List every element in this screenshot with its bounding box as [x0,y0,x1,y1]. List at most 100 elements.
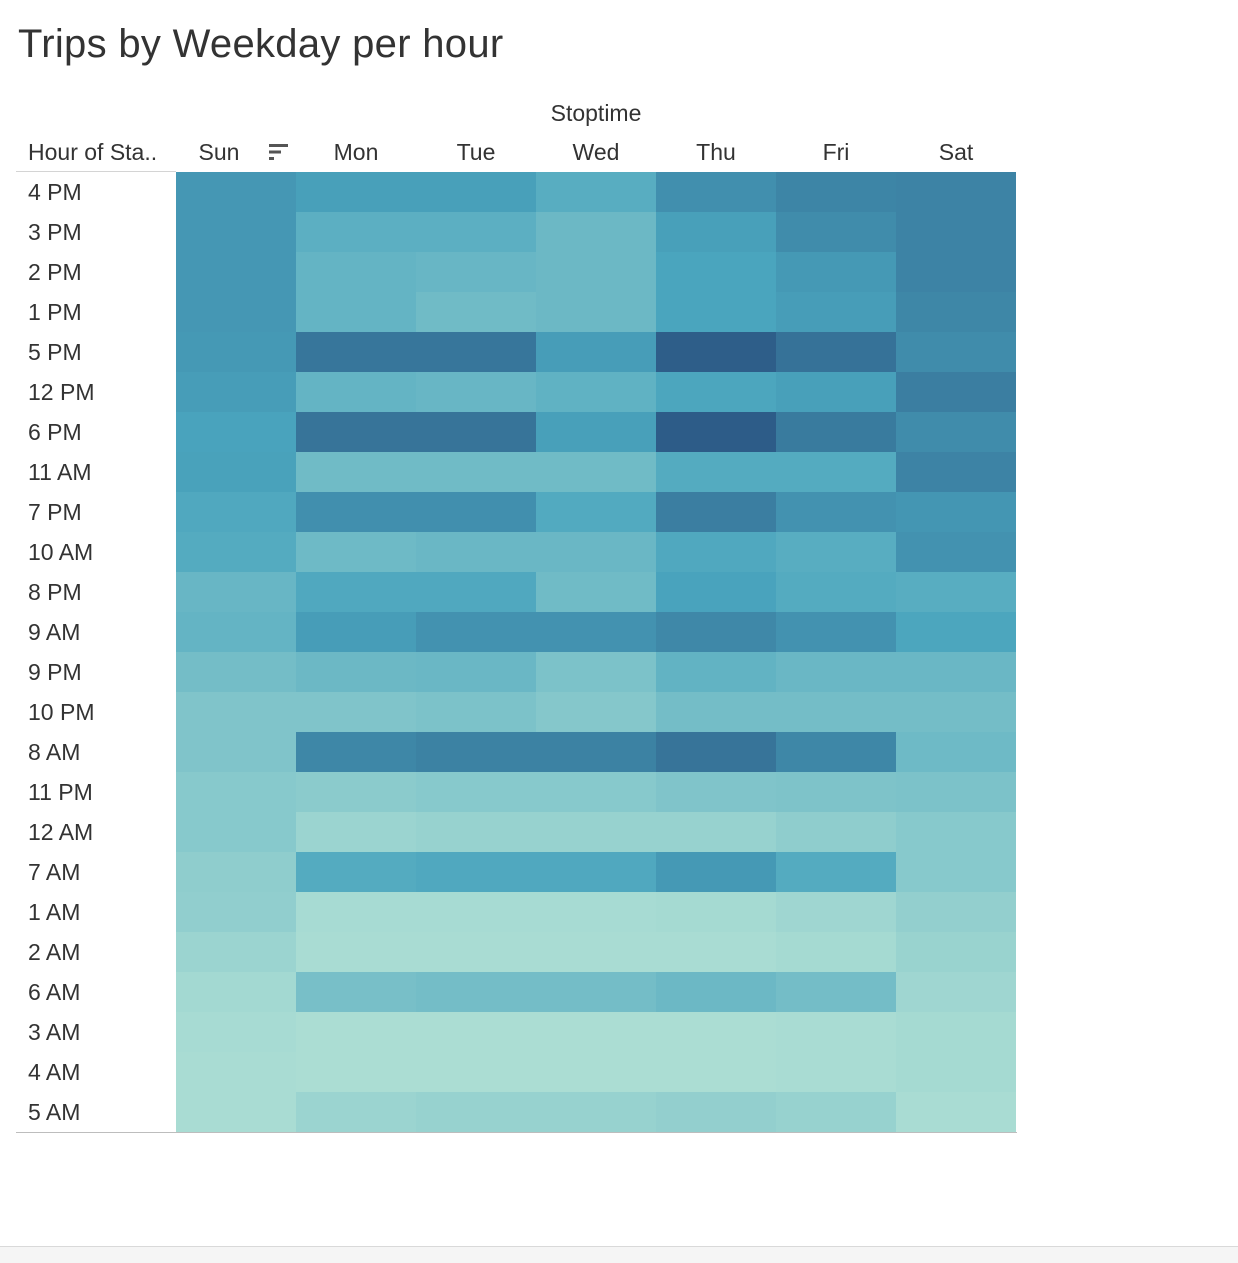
heatmap-cell-sat-9-pm[interactable] [896,652,1016,692]
heatmap-cell-sun-2-am[interactable] [176,932,296,972]
heatmap-cell-sun-2-pm[interactable] [176,252,296,292]
heatmap-cell-sun-7-am[interactable] [176,852,296,892]
heatmap-cell-sun-1-am[interactable] [176,892,296,932]
heatmap-cell-tue-4-pm[interactable] [416,172,536,212]
heatmap-cell-tue-1-pm[interactable] [416,292,536,332]
heatmap-cell-mon-3-am[interactable] [296,1012,416,1052]
heatmap-cell-thu-6-am[interactable] [656,972,776,1012]
heatmap-cell-thu-1-am[interactable] [656,892,776,932]
heatmap-cell-thu-12-am[interactable] [656,812,776,852]
heatmap-cell-tue-3-pm[interactable] [416,212,536,252]
heatmap-cell-sat-8-pm[interactable] [896,572,1016,612]
heatmap-cell-sun-5-pm[interactable] [176,332,296,372]
heatmap-cell-fri-4-pm[interactable] [776,172,896,212]
heatmap-cell-wed-3-am[interactable] [536,1012,656,1052]
heatmap-cell-wed-5-am[interactable] [536,1092,656,1132]
heatmap-cell-wed-11-pm[interactable] [536,772,656,812]
heatmap-cell-fri-1-am[interactable] [776,892,896,932]
heatmap-cell-wed-9-am[interactable] [536,612,656,652]
heatmap-cell-mon-4-pm[interactable] [296,172,416,212]
heatmap-cell-sat-12-pm[interactable] [896,372,1016,412]
heatmap-cell-thu-10-am[interactable] [656,532,776,572]
heatmap-cell-sat-6-pm[interactable] [896,412,1016,452]
heatmap-cell-sat-4-am[interactable] [896,1052,1016,1092]
heatmap-cell-fri-8-pm[interactable] [776,572,896,612]
heatmap-cell-wed-9-pm[interactable] [536,652,656,692]
heatmap-cell-mon-1-am[interactable] [296,892,416,932]
heatmap-cell-sat-4-pm[interactable] [896,172,1016,212]
heatmap-cell-sun-8-am[interactable] [176,732,296,772]
heatmap-cell-mon-6-pm[interactable] [296,412,416,452]
heatmap-cell-thu-9-pm[interactable] [656,652,776,692]
heatmap-cell-sun-5-am[interactable] [176,1092,296,1132]
heatmap-cell-tue-5-pm[interactable] [416,332,536,372]
heatmap-cell-wed-2-pm[interactable] [536,252,656,292]
heatmap-cell-sun-7-pm[interactable] [176,492,296,532]
heatmap-cell-tue-10-pm[interactable] [416,692,536,732]
heatmap-cell-fri-2-am[interactable] [776,932,896,972]
heatmap-cell-sat-8-am[interactable] [896,732,1016,772]
heatmap-cell-sun-9-pm[interactable] [176,652,296,692]
heatmap-cell-sat-2-am[interactable] [896,932,1016,972]
heatmap-cell-thu-11-am[interactable] [656,452,776,492]
heatmap-cell-wed-12-pm[interactable] [536,372,656,412]
heatmap-cell-thu-5-am[interactable] [656,1092,776,1132]
heatmap-cell-sat-5-am[interactable] [896,1092,1016,1132]
heatmap-cell-sat-5-pm[interactable] [896,332,1016,372]
heatmap-cell-fri-5-am[interactable] [776,1092,896,1132]
heatmap-cell-wed-11-am[interactable] [536,452,656,492]
heatmap-cell-thu-1-pm[interactable] [656,292,776,332]
heatmap-cell-wed-4-pm[interactable] [536,172,656,212]
heatmap-cell-tue-4-am[interactable] [416,1052,536,1092]
heatmap-cell-tue-10-am[interactable] [416,532,536,572]
heatmap-cell-thu-8-am[interactable] [656,732,776,772]
heatmap-cell-wed-1-pm[interactable] [536,292,656,332]
heatmap-cell-fri-4-am[interactable] [776,1052,896,1092]
heatmap-cell-thu-2-am[interactable] [656,932,776,972]
heatmap-cell-tue-11-am[interactable] [416,452,536,492]
heatmap-cell-sat-10-am[interactable] [896,532,1016,572]
heatmap-cell-thu-3-pm[interactable] [656,212,776,252]
heatmap-cell-sun-6-pm[interactable] [176,412,296,452]
heatmap-cell-tue-12-am[interactable] [416,812,536,852]
heatmap-cell-fri-1-pm[interactable] [776,292,896,332]
heatmap-cell-mon-7-pm[interactable] [296,492,416,532]
heatmap-cell-fri-12-pm[interactable] [776,372,896,412]
heatmap-cell-wed-10-am[interactable] [536,532,656,572]
heatmap-cell-sat-9-am[interactable] [896,612,1016,652]
heatmap-cell-mon-3-pm[interactable] [296,212,416,252]
heatmap-cell-sat-2-pm[interactable] [896,252,1016,292]
heatmap-cell-mon-5-pm[interactable] [296,332,416,372]
heatmap-cell-mon-10-pm[interactable] [296,692,416,732]
heatmap-cell-sun-8-pm[interactable] [176,572,296,612]
heatmap-cell-fri-6-pm[interactable] [776,412,896,452]
heatmap-cell-tue-6-am[interactable] [416,972,536,1012]
heatmap-cell-sun-1-pm[interactable] [176,292,296,332]
heatmap-cell-sat-12-am[interactable] [896,812,1016,852]
heatmap-cell-wed-8-pm[interactable] [536,572,656,612]
heatmap-cell-wed-7-pm[interactable] [536,492,656,532]
heatmap-cell-sat-1-pm[interactable] [896,292,1016,332]
heatmap-cell-sat-3-pm[interactable] [896,212,1016,252]
heatmap-cell-sun-10-pm[interactable] [176,692,296,732]
heatmap-cell-sat-11-am[interactable] [896,452,1016,492]
heatmap-cell-mon-8-am[interactable] [296,732,416,772]
heatmap-cell-fri-5-pm[interactable] [776,332,896,372]
heatmap-cell-wed-8-am[interactable] [536,732,656,772]
heatmap-cell-mon-12-am[interactable] [296,812,416,852]
heatmap-cell-mon-1-pm[interactable] [296,292,416,332]
heatmap-cell-mon-7-am[interactable] [296,852,416,892]
heatmap-cell-sun-4-am[interactable] [176,1052,296,1092]
heatmap-cell-fri-10-am[interactable] [776,532,896,572]
heatmap-cell-sun-6-am[interactable] [176,972,296,1012]
heatmap-cell-sun-4-pm[interactable] [176,172,296,212]
heatmap-cell-mon-6-am[interactable] [296,972,416,1012]
heatmap-cell-fri-11-am[interactable] [776,452,896,492]
heatmap-cell-fri-6-am[interactable] [776,972,896,1012]
heatmap-cell-sun-10-am[interactable] [176,532,296,572]
heatmap-cell-thu-9-am[interactable] [656,612,776,652]
heatmap-cell-fri-2-pm[interactable] [776,252,896,292]
heatmap-cell-mon-11-pm[interactable] [296,772,416,812]
heatmap-cell-tue-3-am[interactable] [416,1012,536,1052]
heatmap-cell-tue-2-am[interactable] [416,932,536,972]
